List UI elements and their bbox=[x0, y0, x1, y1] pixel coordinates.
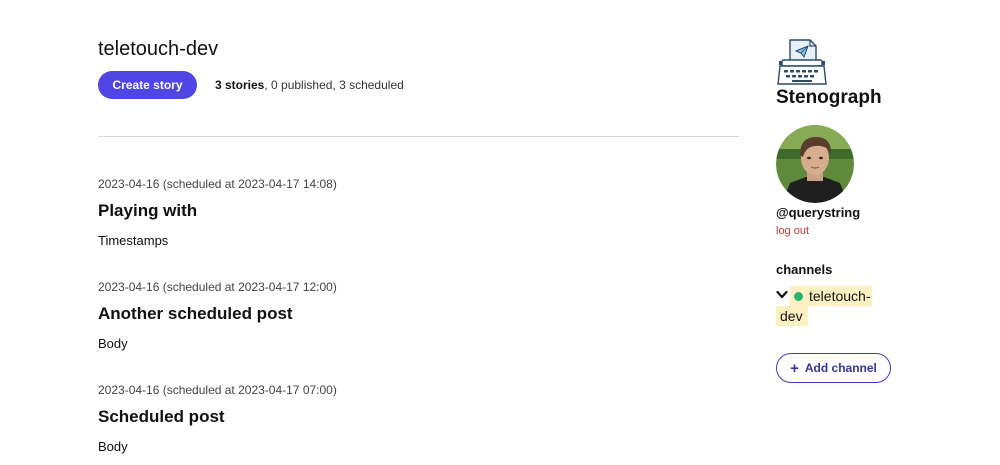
add-channel-label: Add channel bbox=[804, 360, 877, 375]
channel-item-row: dev bbox=[776, 306, 808, 326]
story-body: Body bbox=[98, 439, 128, 454]
stories-count: 3 stories bbox=[215, 78, 265, 92]
stories-summary-rest: , 0 published, 3 scheduled bbox=[264, 78, 404, 92]
typewriter-icon[interactable] bbox=[776, 36, 828, 88]
create-story-button[interactable]: Create story bbox=[98, 71, 197, 99]
channels-heading: channels bbox=[776, 262, 833, 277]
story-date: 2023-04-16 (scheduled at 2023-04-17 14:0… bbox=[98, 177, 337, 191]
story-item[interactable]: 2023-04-16 (scheduled at 2023-04-17 07:0… bbox=[98, 382, 739, 456]
chevron-down-icon[interactable] bbox=[776, 290, 788, 300]
plus-icon: + bbox=[790, 359, 799, 377]
brand-name: Stenograph bbox=[776, 87, 882, 108]
story-body: Body bbox=[98, 336, 128, 351]
story-item[interactable]: 2023-04-16 (scheduled at 2023-04-17 14:0… bbox=[98, 176, 739, 250]
story-body: Timestamps bbox=[98, 233, 169, 248]
status-dot-icon bbox=[794, 292, 803, 301]
avatar bbox=[776, 125, 854, 203]
logout-link[interactable]: log out bbox=[776, 225, 809, 237]
channel-item-row: teletouch- bbox=[776, 286, 876, 306]
add-channel-button[interactable]: + Add channel bbox=[776, 353, 891, 383]
story-item[interactable]: 2023-04-16 (scheduled at 2023-04-17 12:0… bbox=[98, 279, 739, 353]
channel-name-continued: dev bbox=[780, 308, 803, 324]
story-title[interactable]: Playing with bbox=[98, 200, 739, 222]
story-date: 2023-04-16 (scheduled at 2023-04-17 07:0… bbox=[98, 383, 337, 397]
divider bbox=[98, 136, 739, 137]
username: @querystring bbox=[776, 205, 861, 220]
stories-summary: 3 stories, 0 published, 3 scheduled bbox=[215, 78, 404, 92]
story-title[interactable]: Scheduled post bbox=[98, 406, 739, 428]
story-title[interactable]: Another scheduled post bbox=[98, 303, 739, 325]
channel-name: teletouch- bbox=[809, 288, 871, 304]
page-title: teletouch-dev bbox=[98, 38, 219, 60]
page: teletouch-dev Create story 3 stories, 0 … bbox=[0, 0, 1000, 465]
story-date: 2023-04-16 (scheduled at 2023-04-17 12:0… bbox=[98, 280, 337, 294]
